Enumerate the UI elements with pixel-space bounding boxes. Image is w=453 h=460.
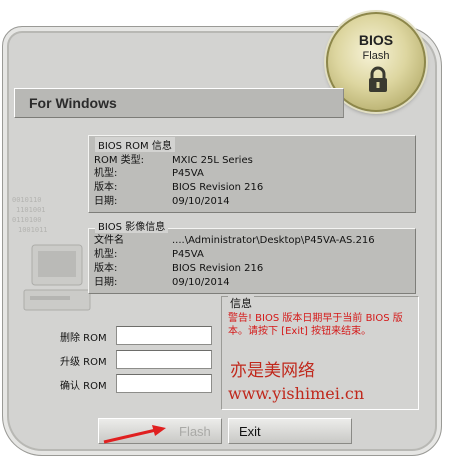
image-model-value: P45VA	[172, 249, 204, 260]
upgrade-rom-field[interactable]	[116, 350, 212, 369]
upgrade-rom-label: 升级 ROM	[60, 357, 107, 368]
watermark-url: www.yishimei.cn	[228, 384, 365, 403]
verify-rom-field[interactable]	[116, 374, 212, 393]
watermark-name: 亦是美网络	[230, 361, 315, 381]
verify-rom-label: 确认 ROM	[60, 381, 107, 392]
svg-text:1001011: 1001011	[18, 226, 48, 234]
image-date-value: 09/10/2014	[172, 277, 230, 288]
rom-model-value: P45VA	[172, 168, 204, 179]
image-info-heading: BIOS 影像信息	[95, 218, 169, 233]
flash-button-label: Flash	[179, 424, 211, 439]
window-title: For Windows	[29, 95, 117, 111]
rom-date-label: 日期:	[94, 196, 118, 207]
rom-type-value: MXIC 25L Series	[172, 155, 253, 166]
delete-rom-field[interactable]	[116, 326, 212, 345]
image-date-label: 日期:	[94, 277, 118, 288]
image-version-label: 版本:	[94, 263, 118, 274]
warning-message: 警告! BIOS 版本日期早于当前 BIOS 版本。请按下 [Exit] 按钮来…	[228, 313, 403, 337]
exit-button[interactable]: Exit	[228, 418, 352, 444]
image-model-label: 机型:	[94, 249, 118, 260]
image-version-value: BIOS Revision 216	[172, 263, 264, 274]
info-legend: 信息	[228, 295, 254, 311]
rom-version-label: 版本:	[94, 182, 118, 193]
title-bar: For Windows	[14, 88, 344, 118]
image-filename-label: 文件名	[94, 235, 124, 246]
pointer-arrow-icon	[103, 425, 166, 444]
rom-version-value: BIOS Revision 216	[172, 182, 264, 193]
rom-date-value: 09/10/2014	[172, 196, 230, 207]
svg-text:0110100: 0110100	[12, 216, 42, 224]
rom-type-label: ROM 类型:	[94, 155, 144, 166]
delete-rom-label: 删除 ROM	[60, 333, 107, 344]
svg-text:0010110: 0010110	[12, 196, 42, 204]
badge-title: BIOS	[358, 32, 394, 48]
rom-info-heading: BIOS ROM 信息	[95, 137, 175, 152]
image-filename-value: ....\Administrator\Desktop\P45VA-AS.216	[172, 235, 375, 246]
svg-text:1101001: 1101001	[16, 206, 46, 214]
badge-subtitle: Flash	[362, 50, 390, 62]
lock-icon	[369, 66, 387, 92]
rom-model-label: 机型:	[94, 168, 118, 179]
exit-button-label: Exit	[239, 424, 261, 439]
